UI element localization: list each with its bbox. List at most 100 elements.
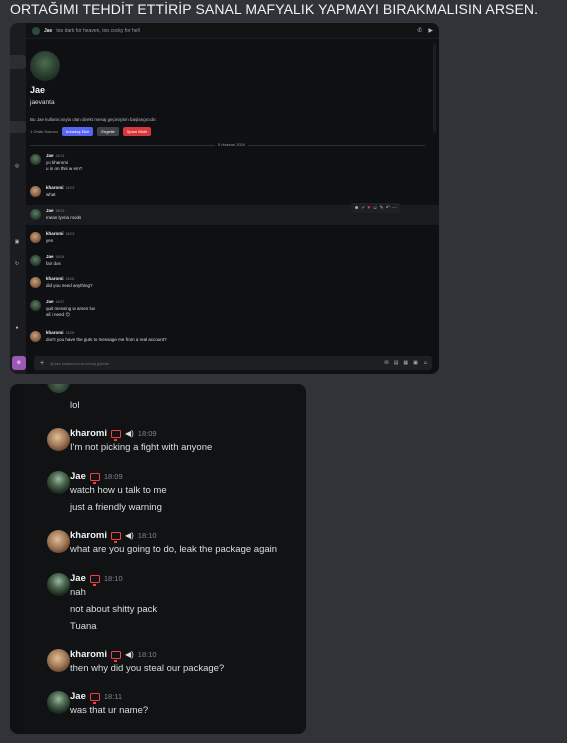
avatar[interactable]: [47, 573, 70, 596]
message-text: mean lyvria mods: [46, 214, 82, 220]
attach-plus-icon[interactable]: +: [40, 360, 44, 367]
message-timestamp: 18:03: [65, 231, 75, 236]
status-dot-icon: ●: [15, 325, 19, 331]
avatar[interactable]: [47, 384, 70, 393]
profile-avatar[interactable]: [30, 51, 60, 81]
message-timestamp: 18:04: [55, 254, 65, 259]
tv-badge-icon: [110, 650, 121, 662]
message-author[interactable]: Jae: [46, 299, 54, 304]
message-timestamp: 18:06: [65, 276, 75, 281]
message-author[interactable]: Jae: [70, 573, 86, 584]
server-icon[interactable]: ↻: [12, 261, 22, 269]
message-composer[interactable]: + @Jae kullanıcısına mesaj gönder ✉ ▤ ▦ …: [34, 356, 432, 370]
emoji-icon[interactable]: ☺: [423, 360, 428, 366]
avatar[interactable]: [30, 186, 41, 197]
edit-icon[interactable]: ✎: [380, 205, 384, 211]
tv-badge-icon: [110, 429, 121, 441]
message-group[interactable]: kharomi 18:08 don't you have the guts to …: [30, 330, 167, 342]
message-header: kharomi ◀) 18:09: [70, 428, 157, 441]
message-text: Tuana: [70, 621, 97, 632]
message-timestamp: 18:10: [103, 574, 123, 583]
message-text: nah: [70, 587, 86, 598]
message-author[interactable]: kharomi: [46, 276, 64, 281]
avatar[interactable]: [47, 649, 70, 672]
more-icon[interactable]: ⋯: [392, 205, 397, 211]
avatar[interactable]: [30, 232, 41, 243]
message-group[interactable]: kharomi 18:06 did you need anything?: [30, 276, 93, 288]
apps-icon[interactable]: ▣: [413, 360, 418, 366]
reply-icon[interactable]: ↶: [386, 205, 390, 211]
message-header: Jae 18:09: [70, 471, 123, 484]
mutual-servers-link[interactable]: 1 Ortak Sunucu: [30, 129, 58, 134]
message-group[interactable]: Jae 18:07 quit messing w arsen luv all i …: [30, 299, 95, 318]
message-header: Jae 18:11: [70, 691, 122, 704]
message-text: watch how u talk to me: [70, 485, 167, 496]
scrollbar[interactable]: [433, 43, 436, 133]
avatar[interactable]: [30, 277, 41, 288]
message-text: u in on this w em?: [46, 166, 83, 171]
emoji-reaction-icon[interactable]: ☻: [354, 205, 359, 211]
chat-zoom-screenshot: lol kharomi ◀) 18:09 I'm not picking a f…: [10, 384, 306, 734]
message-author[interactable]: kharomi: [70, 428, 107, 439]
sidebar-block: [10, 55, 26, 69]
message-text: then why did you steal our package?: [70, 663, 225, 674]
message-group[interactable]: Jae 18:03 yo kharomi u in on this w em?: [30, 153, 82, 171]
message-group[interactable]: kharomi 18:03 yes: [30, 231, 74, 243]
server-icon[interactable]: ◎: [12, 163, 22, 171]
check-reaction-icon[interactable]: ✔: [361, 205, 365, 211]
server-icon[interactable]: ▣: [12, 239, 22, 247]
message-author[interactable]: Jae: [46, 208, 54, 213]
gift-icon[interactable]: ✉: [384, 360, 388, 366]
avatar[interactable]: [47, 530, 70, 553]
message-hover-toolbar[interactable]: ☻ ✔ ♥ ☺ ✎ ↶ ⋯: [351, 203, 400, 213]
message-timestamp: 18:08: [65, 330, 75, 335]
message-text: yo kharomi: [46, 159, 69, 165]
settings-gear-icon[interactable]: ⚙: [12, 356, 26, 370]
video-call-icon[interactable]: ▶: [428, 27, 433, 34]
message-text: not about shitty pack: [70, 604, 158, 615]
report-spam-button[interactable]: Spam Bildir: [122, 127, 152, 136]
avatar[interactable]: [30, 209, 41, 220]
message-group[interactable]: Jae 18:03 mean lyvria mods: [30, 208, 81, 220]
message-author[interactable]: kharomi: [70, 649, 107, 660]
message-author[interactable]: kharomi: [46, 185, 64, 190]
profile-actions: 1 Ortak Sunucu Arkadaş Ekle Engelle Spam…: [30, 127, 152, 136]
message-header: kharomi ◀) 18:10: [70, 649, 157, 662]
message-author[interactable]: Jae: [70, 691, 86, 702]
avatar[interactable]: [47, 471, 70, 494]
message-header: Jae 18:10: [70, 573, 123, 586]
post-caption: ORTAĞIMI TEHDİT ETTİRİP SANAL MAFYALIK Y…: [10, 1, 539, 17]
voice-call-icon[interactable]: ✆: [417, 27, 422, 34]
avatar[interactable]: [30, 300, 41, 311]
message-author[interactable]: kharomi: [46, 231, 64, 236]
message-input[interactable]: @Jae kullanıcısına mesaj gönder: [50, 361, 109, 366]
heart-reaction-icon[interactable]: ♥: [367, 205, 370, 211]
message-author[interactable]: kharomi: [46, 330, 64, 335]
message-author[interactable]: kharomi: [70, 530, 107, 541]
message-timestamp: 18:09: [103, 472, 123, 481]
avatar[interactable]: [32, 26, 40, 35]
server-sidebar: ◎ ▣ ↻ ● ⚙: [10, 23, 26, 374]
avatar[interactable]: [47, 428, 70, 451]
message-author[interactable]: Jae: [46, 254, 54, 259]
avatar[interactable]: [30, 154, 41, 165]
message-author[interactable]: Jae: [70, 471, 86, 482]
block-button[interactable]: Engelle: [97, 127, 119, 136]
tv-badge-icon: [89, 574, 100, 586]
message-text: was that ur name?: [70, 705, 149, 716]
message-group[interactable]: kharomi 18:03 what: [30, 185, 74, 197]
add-friend-button[interactable]: Arkadaş Ekle: [61, 127, 94, 136]
add-reaction-icon[interactable]: ☺: [372, 205, 377, 211]
message-text: just a friendly warning: [70, 502, 162, 513]
message-text: yes: [46, 237, 54, 243]
gif-icon[interactable]: ▤: [394, 360, 399, 366]
dm-header: Jae too dark for heaven, too cocky for h…: [26, 23, 439, 39]
avatar[interactable]: [47, 691, 70, 714]
message-text: what: [46, 191, 56, 197]
avatar[interactable]: [30, 331, 41, 342]
message-group[interactable]: Jae 18:04 fair dos: [30, 254, 64, 266]
avatar[interactable]: [30, 255, 41, 266]
message-author[interactable]: Jae: [46, 153, 54, 158]
speaker-icon: ◀): [124, 531, 134, 540]
sticker-icon[interactable]: ▦: [403, 360, 408, 366]
